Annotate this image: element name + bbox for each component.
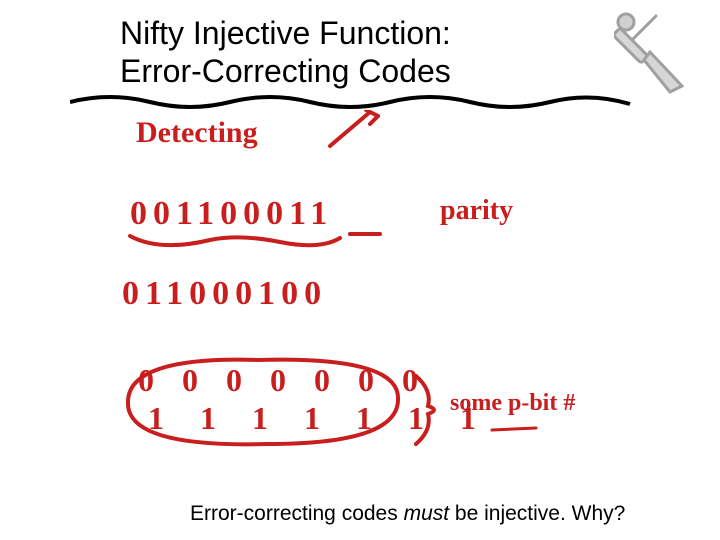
right-brace-icon [410, 370, 450, 450]
handwriting-arrow-icon [320, 110, 380, 150]
title-line-1: Nifty Injective Function: [120, 15, 451, 51]
handwriting-some-pbit: some p-bit # [450, 390, 575, 417]
some-underline-icon [490, 424, 538, 436]
bits1-underline-icon [120, 230, 420, 260]
handwriting-parity: parity [440, 195, 513, 227]
handwriting-bits-2: 011000100 [122, 275, 327, 313]
footer-prefix: Error-correcting codes [190, 502, 404, 525]
footer-emph: must [404, 502, 450, 525]
handwriting-bits-1: 001100011 [130, 195, 333, 233]
footer-suffix: be injective. Why? [449, 502, 625, 525]
zeros-oval-icon [108, 352, 408, 452]
slide-title: Nifty Injective Function: Error-Correcti… [120, 14, 580, 91]
title-line-2: Error-Correcting Codes [120, 53, 451, 89]
sword-icon [614, 10, 694, 100]
footer-sentence: Error-correcting codes must be injective… [190, 502, 625, 526]
handwriting-detecting: Detecting [136, 116, 258, 150]
